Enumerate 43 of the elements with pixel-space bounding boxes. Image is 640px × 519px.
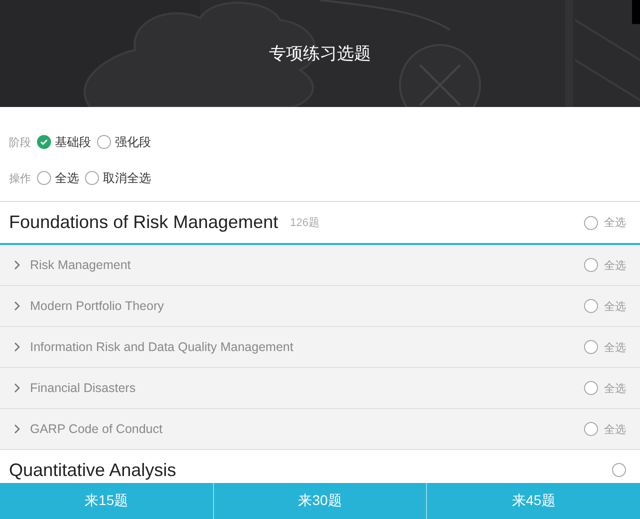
chevron-icon [14, 301, 20, 311]
topic-title: Risk Management [30, 258, 131, 272]
radio-button[interactable] [584, 258, 598, 272]
topic-title: Financial Disasters [30, 381, 136, 395]
radio-button[interactable] [584, 299, 598, 313]
radio-button[interactable] [97, 135, 111, 149]
option-text: 取消全选 [103, 170, 151, 186]
radio-button[interactable] [584, 216, 598, 230]
select-all-label: 全选 [604, 300, 626, 314]
check-icon [40, 138, 48, 146]
radio-button[interactable] [612, 463, 626, 477]
radio-button[interactable] [37, 135, 51, 149]
topic-row[interactable]: Risk Management 全选 [0, 245, 640, 286]
topic-title: Modern Portfolio Theory [30, 299, 164, 313]
option-text: 全选 [55, 170, 79, 186]
radio-button[interactable] [584, 422, 598, 436]
topic-row[interactable]: Financial Disasters 全选 [0, 368, 640, 409]
radio-button[interactable] [37, 171, 51, 185]
question-count: 126题 [290, 216, 321, 230]
chevron-icon [14, 260, 20, 270]
option-label: 阶段 [9, 136, 31, 150]
topic-title: Information Risk and Data Quality Management [30, 340, 294, 354]
radio-button[interactable] [85, 171, 99, 185]
select-all-label: 全选 [604, 422, 626, 436]
topic-row[interactable]: GARP Code of Conduct 全选 [0, 409, 640, 450]
option-label: 操作 [9, 172, 31, 186]
select-all-label: 全选 [604, 340, 626, 354]
category-title: Foundations of Risk Management [9, 212, 278, 233]
radio-button[interactable] [584, 340, 598, 354]
option-text: 强化段 [115, 134, 151, 150]
topic-row[interactable]: Information Risk and Data Quality Management 全选 [0, 327, 640, 368]
select-all-label: 全选 [604, 258, 626, 272]
select-all-label: 全选 [604, 216, 626, 230]
page-title: 专项练习选题 [269, 43, 371, 65]
chevron-icon [14, 342, 20, 352]
chevron-icon [14, 383, 20, 393]
chevron-icon [14, 424, 20, 434]
topic-row[interactable]: Modern Portfolio Theory 全选 [0, 286, 640, 327]
category-title: Quantitative Analysis [9, 460, 176, 480]
select-all-label: 全选 [604, 382, 626, 396]
option-text: 基础段 [55, 134, 91, 150]
radio-button[interactable] [584, 381, 598, 395]
topic-title: GARP Code of Conduct [30, 422, 162, 436]
